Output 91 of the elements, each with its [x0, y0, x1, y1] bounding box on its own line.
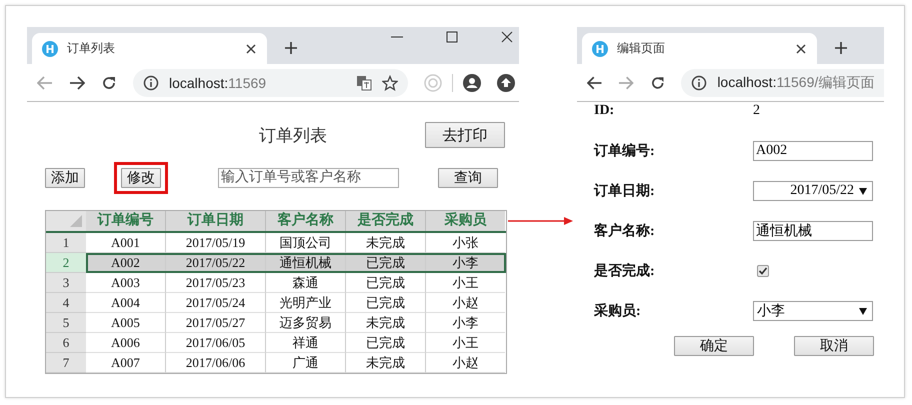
column-header[interactable]: 采购员 [426, 211, 505, 231]
row-header[interactable]: 4 [46, 293, 86, 313]
caret-icon [859, 188, 867, 194]
field-label: 订单编号: [594, 142, 656, 160]
dropdown[interactable]: 小李 [753, 301, 873, 321]
field-label: ID: [594, 103, 616, 119]
url-text: localhost:11569/编辑页面 [717, 74, 874, 92]
field-value: 2 [753, 103, 760, 119]
caret-icon [859, 308, 867, 314]
table-cell: 未完成 [346, 313, 426, 333]
field-label: 订单日期: [594, 182, 656, 200]
browser-tab[interactable]: 订单列表 [32, 33, 267, 64]
field-label: 采购员: [594, 302, 642, 320]
new-tab-icon[interactable] [834, 41, 848, 55]
column-header[interactable]: 订单日期 [166, 211, 266, 231]
table-cell: A002 [86, 253, 166, 273]
table-cell: A003 [86, 273, 166, 293]
table-cell: 广通 [266, 353, 346, 373]
logo-icon [592, 40, 608, 56]
table-cell: 2017/05/23 [166, 273, 266, 293]
translate-icon[interactable] [356, 74, 372, 90]
row-header[interactable]: 1 [46, 233, 86, 253]
table-cell: 2017/06/06 [166, 353, 266, 373]
close-icon[interactable] [245, 42, 257, 54]
checkbox[interactable] [757, 265, 769, 277]
new-tab-icon[interactable] [284, 41, 298, 55]
form-button[interactable]: 确定 [674, 336, 754, 356]
table-cell: 迈多贸易 [266, 313, 346, 333]
table-cell: 通恒机械 [266, 253, 346, 273]
column-header[interactable]: 是否完成 [346, 211, 426, 231]
field-label: 是否完成: [594, 262, 656, 280]
url-text: localhost:11569 [169, 74, 266, 90]
info-icon [691, 74, 708, 90]
query-button[interactable]: 查询 [438, 168, 498, 188]
column-header[interactable]: 客户名称 [266, 211, 346, 231]
tab-title: 订单列表 [67, 40, 116, 57]
print-button[interactable]: 去打印 [425, 122, 505, 148]
table-cell: 森通 [266, 273, 346, 293]
table-cell: 已完成 [346, 293, 426, 313]
upload-icon[interactable] [497, 74, 515, 92]
form-button[interactable]: 取消 [794, 336, 874, 356]
table-cell: A006 [86, 333, 166, 353]
row-header[interactable]: 7 [46, 353, 86, 373]
table-cell: 祥通 [266, 333, 346, 353]
field-label: 客户名称: [594, 222, 656, 240]
row-header[interactable]: 6 [46, 333, 86, 353]
table-cell: 已完成 [346, 273, 426, 293]
browser-tab[interactable]: 编辑页面 [582, 33, 817, 64]
column-header[interactable]: 订单编号 [86, 211, 166, 231]
forward-arrow-icon[interactable] [69, 76, 85, 90]
table-cell: 小李 [426, 313, 505, 333]
table-cell: 已完成 [346, 253, 426, 273]
row-header[interactable]: 3 [46, 273, 86, 293]
table-cell: 未完成 [346, 353, 426, 373]
table-cell: A007 [86, 353, 166, 373]
close-icon[interactable] [795, 42, 807, 54]
search-field[interactable]: 输入订单号或客户名称 [218, 168, 399, 188]
input-field[interactable]: A002 [753, 141, 873, 161]
reload-icon[interactable] [101, 74, 117, 90]
address-field[interactable]: localhost:11569/编辑页面 [681, 68, 884, 96]
table-cell: 2017/05/22 [166, 253, 266, 273]
table-cell: 小赵 [426, 293, 505, 313]
row-header[interactable]: 5 [46, 313, 86, 333]
address-field[interactable]: localhost:11569 [133, 68, 408, 96]
table-cell: 2017/05/24 [166, 293, 266, 313]
back-arrow-icon[interactable] [587, 76, 602, 90]
table-cell: 光明产业 [266, 293, 346, 313]
table-cell: 2017/06/05 [166, 333, 266, 353]
table-cell: 小李 [426, 253, 505, 273]
tab-title: 编辑页面 [617, 40, 666, 57]
date-picker[interactable]: 2017/05/22 [753, 181, 873, 201]
action-button[interactable]: 添加 [45, 168, 85, 188]
table-cell: 小赵 [426, 353, 505, 373]
table-cell: 小王 [426, 273, 505, 293]
account-icon[interactable] [463, 74, 481, 92]
table-cell: 2017/05/27 [166, 313, 266, 333]
action-button[interactable]: 修改 [121, 168, 161, 188]
star-icon[interactable] [382, 74, 398, 90]
reload-icon[interactable] [650, 74, 666, 90]
table-cell: A005 [86, 313, 166, 333]
close-icon[interactable] [501, 31, 513, 43]
input-field[interactable]: 通恒机械 [753, 221, 873, 241]
info-icon [143, 74, 159, 90]
table-cell: A004 [86, 293, 166, 313]
logo-icon [42, 40, 58, 56]
row-header[interactable]: 2 [46, 253, 86, 273]
page-title: 订单列表 [259, 124, 327, 146]
table-cell: 已完成 [346, 333, 426, 353]
table-cell: 小王 [426, 333, 505, 353]
maximize-icon[interactable] [446, 31, 458, 43]
arrow-icon [508, 216, 574, 226]
